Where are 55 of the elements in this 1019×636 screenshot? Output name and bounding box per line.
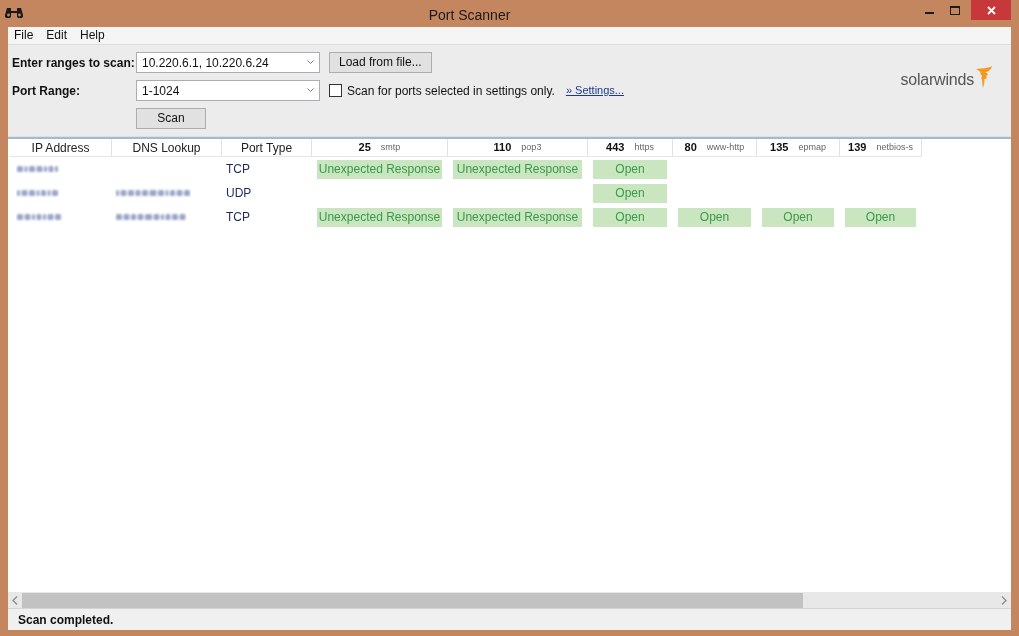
service-name: netbios-s — [876, 140, 913, 154]
port-range-combobox[interactable]: 1-1024 — [136, 80, 320, 101]
chevron-right-icon — [1001, 595, 1007, 605]
port-status: Open — [593, 207, 667, 227]
horizontal-scrollbar[interactable] — [8, 592, 1011, 608]
service-name: https — [634, 140, 654, 154]
port-number: 25 — [358, 140, 371, 156]
load-file-button[interactable]: Load from file... — [329, 52, 432, 73]
status-text: Scan completed. — [18, 611, 114, 629]
chevron-left-icon — [12, 595, 18, 605]
port-type: UDP — [225, 185, 252, 202]
port-number: 80 — [684, 140, 697, 156]
close-button[interactable] — [971, 0, 1011, 20]
maximize-icon — [950, 5, 960, 15]
service-name: smtp — [380, 140, 401, 154]
port-status: Open — [593, 159, 667, 179]
column-header[interactable]: IP Address — [10, 139, 112, 157]
port-type: TCP — [225, 209, 250, 226]
column-header[interactable]: DNS Lookup — [112, 139, 222, 157]
port-number: 139 — [848, 140, 867, 156]
minimize-icon — [924, 12, 934, 14]
checkbox-label: Scan for ports selected in settings only. — [347, 82, 555, 100]
port-status: Unexpected Response — [317, 207, 442, 227]
port-status: Unexpected Response — [453, 159, 582, 179]
port-status: Open — [678, 207, 751, 227]
window-title: Port Scanner — [428, 7, 511, 23]
menu-item[interactable]: File — [13, 28, 35, 43]
port-status: Unexpected Response — [317, 159, 442, 179]
binoculars-icon — [5, 6, 23, 18]
service-name: pop3 — [521, 140, 542, 154]
caret-icon — [307, 60, 314, 64]
port-status: Unexpected Response — [453, 207, 582, 227]
port-status: Open — [845, 207, 916, 227]
port-number: 110 — [493, 140, 512, 156]
port-type: TCP — [225, 161, 250, 178]
service-name: www-http — [706, 140, 745, 154]
field-label: Enter ranges to scan: — [12, 54, 135, 72]
menu-item[interactable]: Edit — [45, 28, 69, 43]
checkbox[interactable] — [329, 84, 342, 97]
scrollbar-thumb[interactable] — [22, 592, 803, 608]
port-number: 135 — [770, 140, 789, 156]
ranges-combobox[interactable]: 10.220.6.1, 10.220.6.24 — [136, 52, 320, 73]
settings-link[interactable]: » Settings... — [565, 82, 624, 99]
service-name: epmap — [798, 140, 826, 154]
menu-item[interactable]: Help — [79, 28, 106, 43]
caret-icon — [307, 88, 314, 92]
scan-button[interactable]: Scan — [136, 108, 206, 129]
port-number: 443 — [606, 140, 625, 156]
logo-text: solarwinds — [900, 71, 974, 89]
logo-icon — [975, 66, 993, 88]
column-header[interactable]: Port Type — [222, 139, 312, 157]
port-status: Open — [593, 183, 667, 203]
port-status: Open — [762, 207, 834, 227]
field-label: Port Range: — [12, 82, 80, 100]
close-icon — [986, 5, 996, 15]
